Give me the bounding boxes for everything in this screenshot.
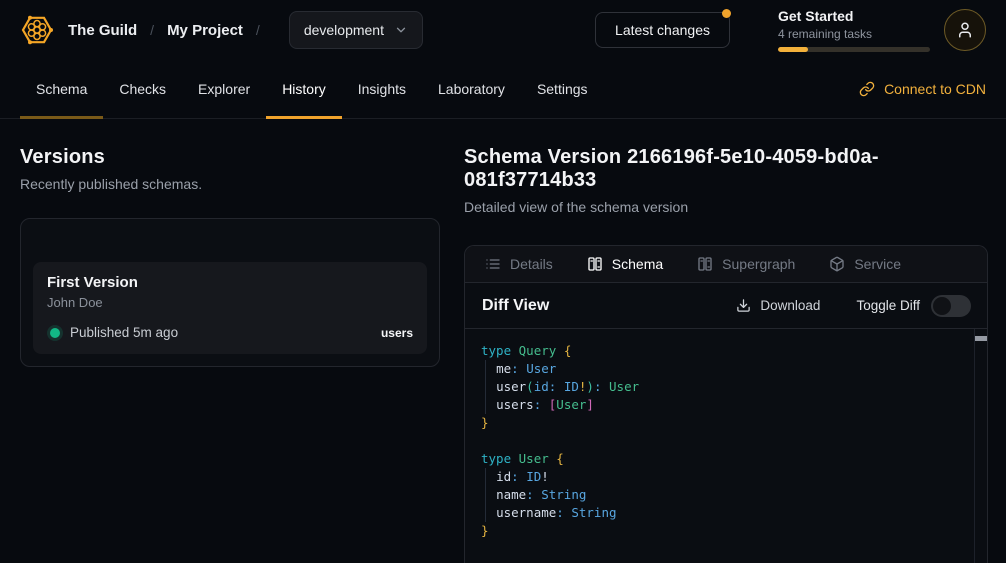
diff-header-row: Diff View Download Toggle Diff (465, 283, 987, 329)
list-icon (485, 256, 501, 272)
connect-to-cdn-button[interactable]: Connect to CDN (859, 81, 986, 97)
tab-service[interactable]: Service (829, 256, 901, 272)
tab-details[interactable]: Details (485, 256, 553, 272)
get-started-subtitle: 4 remaining tasks (778, 26, 930, 42)
chevron-down-icon (394, 23, 408, 37)
version-detail-panel: Schema Version 2166196f-5e10-4059-bd0a-0… (464, 146, 988, 563)
hive-logo-icon[interactable] (20, 13, 54, 47)
breadcrumb-separator: / (150, 22, 154, 38)
code-line: me: User (481, 360, 961, 378)
version-meta-row: Published 5m ago users (47, 325, 413, 340)
breadcrumb-org[interactable]: The Guild (68, 22, 137, 39)
tab-label: Details (510, 256, 553, 272)
main-nav: SchemaChecksExplorerHistoryInsightsLabor… (0, 60, 1006, 119)
tab-schema[interactable]: Schema (587, 256, 663, 272)
switch-knob (933, 297, 951, 315)
tab-explorer[interactable]: Explorer (182, 60, 266, 118)
main-content: Versions Recently published schemas. Fir… (0, 119, 1006, 563)
published-status-dot (50, 328, 60, 338)
download-icon (736, 298, 751, 313)
connect-to-cdn-label: Connect to CDN (884, 81, 986, 97)
tab-label: Supergraph (722, 256, 795, 272)
code-line: users: [User] (481, 396, 961, 414)
user-avatar[interactable] (944, 9, 986, 51)
columns-icon (697, 256, 713, 272)
code-line (481, 432, 961, 450)
get-started-widget[interactable]: Get Started 4 remaining tasks (778, 8, 930, 52)
code-line: } (481, 414, 961, 432)
columns-icon (587, 256, 603, 272)
progress-fill (778, 47, 808, 52)
breadcrumb-separator: / (256, 22, 260, 38)
scrollbar-thumb[interactable] (975, 336, 987, 341)
nav-tabs: SchemaChecksExplorerHistoryInsightsLabor… (20, 60, 604, 118)
versions-panel: Versions Recently published schemas. Fir… (20, 146, 440, 563)
code-line: } (481, 522, 961, 540)
tab-checks[interactable]: Checks (103, 60, 182, 118)
schema-viewer-panel: Details Schema Supergraph Service Diff View… (464, 245, 988, 563)
toggle-diff-switch[interactable] (931, 295, 971, 317)
person-icon (956, 21, 974, 39)
tab-schema[interactable]: Schema (20, 60, 103, 118)
detail-tabs: Details Schema Supergraph Service (465, 246, 987, 283)
tab-label: Service (854, 256, 901, 272)
tab-insights[interactable]: Insights (342, 60, 422, 118)
version-status: Published 5m ago (70, 325, 178, 340)
toggle-diff-control: Toggle Diff (856, 295, 971, 317)
version-detail-subtitle: Detailed view of the schema version (464, 199, 988, 215)
toggle-diff-label: Toggle Diff (856, 298, 920, 313)
schema-code-viewer[interactable]: type Query { me: User user(id: ID!): Use… (465, 329, 987, 563)
versions-card: First Version John Doe Published 5m ago … (20, 218, 440, 367)
code-scrollbar[interactable] (974, 329, 987, 563)
get-started-progressbar (778, 47, 930, 52)
latest-changes-button[interactable]: Latest changes (595, 12, 730, 48)
code-line: user(id: ID!): User (481, 378, 961, 396)
download-button[interactable]: Download (736, 298, 820, 313)
tab-label: Schema (612, 256, 663, 272)
get-started-title: Get Started (778, 8, 930, 25)
version-name: First Version (47, 274, 413, 291)
tab-settings[interactable]: Settings (521, 60, 604, 118)
latest-changes-label: Latest changes (615, 22, 710, 38)
nav-right: Connect to CDN (859, 60, 986, 118)
code-line: name: String (481, 486, 961, 504)
diff-view-title: Diff View (482, 297, 549, 315)
tab-laboratory[interactable]: Laboratory (422, 60, 521, 118)
version-detail-title: Schema Version 2166196f-5e10-4059-bd0a-0… (464, 146, 988, 192)
target-selector-value: development (304, 22, 384, 38)
code-line: type User { (481, 450, 961, 468)
versions-title: Versions (20, 146, 440, 169)
version-service-badge: users (381, 326, 413, 340)
version-author: John Doe (47, 295, 413, 310)
code-line: username: String (481, 504, 961, 522)
code-line: type Query { (481, 342, 961, 360)
app-header: The Guild / My Project / development Lat… (0, 0, 1006, 60)
link-icon (859, 81, 875, 97)
target-selector-dropdown[interactable]: development (289, 11, 423, 49)
breadcrumb-project[interactable]: My Project (167, 22, 243, 39)
code-line: id: ID! (481, 468, 961, 486)
notification-dot (722, 9, 731, 18)
tab-history[interactable]: History (266, 60, 342, 118)
download-label: Download (760, 298, 820, 313)
versions-subtitle: Recently published schemas. (20, 176, 440, 192)
version-list-item[interactable]: First Version John Doe Published 5m ago … (33, 262, 427, 354)
box-icon (829, 256, 845, 272)
tab-supergraph[interactable]: Supergraph (697, 256, 795, 272)
diff-actions: Download Toggle Diff (736, 295, 971, 317)
code-block: type Query { me: User user(id: ID!): Use… (481, 342, 961, 540)
